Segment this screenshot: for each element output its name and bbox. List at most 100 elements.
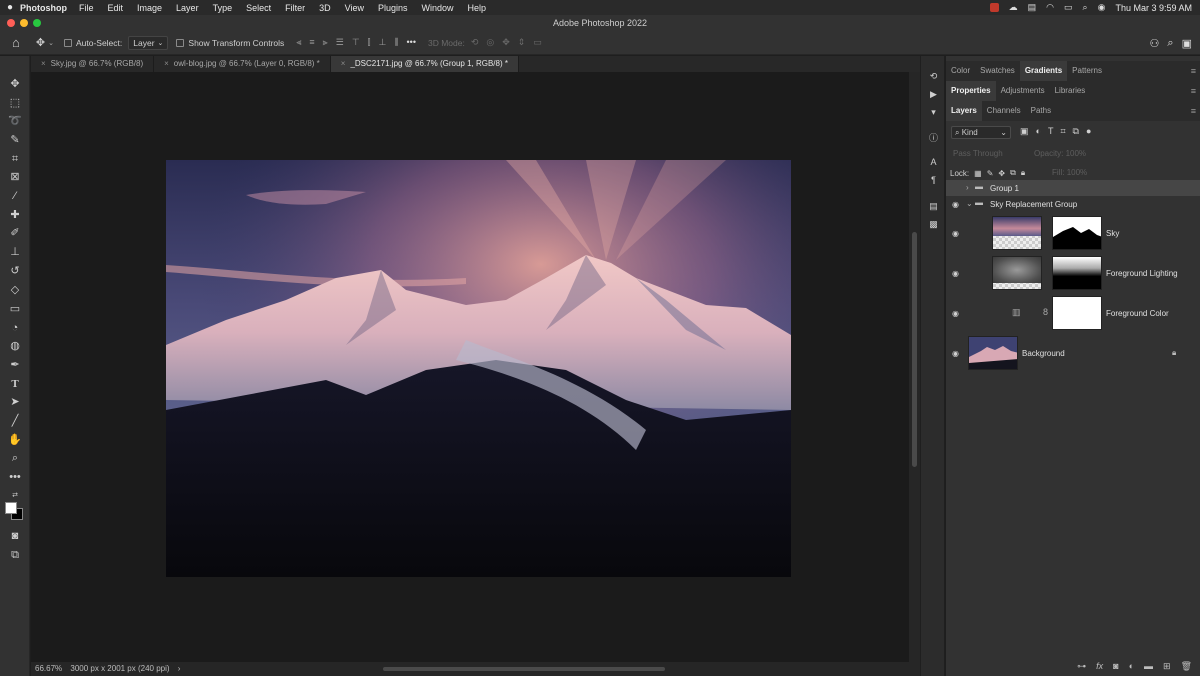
lock-artboard-icon[interactable]: ⧉ (1010, 168, 1016, 178)
apple-icon[interactable]: ● (0, 2, 20, 13)
menu-3d[interactable]: 3D (319, 3, 331, 13)
panel-menu-icon[interactable]: ≡ (1191, 101, 1196, 121)
search-menubar-icon[interactable]: ⌕ (1083, 2, 1088, 13)
lock-position-icon[interactable]: ✥ (998, 169, 1005, 178)
blur-tool-icon[interactable]: ◔ (7, 320, 23, 336)
menu-window[interactable]: Window (422, 3, 454, 13)
tab-gradients[interactable]: Gradients (1019, 61, 1068, 81)
document-info[interactable]: 3000 px x 2001 px (240 ppi) (70, 664, 169, 673)
navigator-icon[interactable]: ▤ (928, 201, 939, 212)
drag-3d-icon[interactable]: ✥ (502, 37, 510, 48)
info-icon[interactable]: ⓘ (928, 133, 939, 144)
tab-libraries[interactable]: Libraries (1050, 81, 1091, 101)
align-right-icon[interactable]: ⫸ (323, 37, 328, 48)
slide-3d-icon[interactable]: ⇕ (518, 37, 526, 48)
scale-3d-icon[interactable]: ▭ (533, 37, 542, 48)
panel-menu-icon[interactable]: ≡ (1191, 81, 1196, 101)
opacity-value[interactable]: 100% (1066, 149, 1086, 158)
menu-edit[interactable]: Edit (108, 3, 124, 13)
comments-icon[interactable]: ▾ (928, 107, 939, 118)
menu-help[interactable]: Help (468, 3, 487, 13)
share-icon[interactable]: ⚇ (1150, 37, 1160, 50)
link-icon[interactable]: 8 (1043, 307, 1048, 317)
styles-icon[interactable]: ▩ (928, 219, 939, 230)
adjustment-layer-icon[interactable]: ▥ (1012, 307, 1021, 318)
gradient-tool-icon[interactable]: ▭ (7, 301, 23, 317)
layer-name[interactable]: Foreground Lighting (1106, 269, 1178, 278)
close-window-button[interactable] (7, 19, 15, 27)
app-menu[interactable]: Photoshop (20, 3, 67, 13)
menu-file[interactable]: File (79, 3, 94, 13)
home-icon[interactable]: ⌂ (12, 35, 20, 50)
menu-select[interactable]: Select (246, 3, 271, 13)
brush-tool-icon[interactable]: ✐ (7, 225, 23, 241)
chevron-right-icon[interactable]: › (178, 664, 181, 673)
menu-image[interactable]: Image (137, 3, 162, 13)
zoom-window-button[interactable] (33, 19, 41, 27)
tab-dsc2171[interactable]: × _DSC2171.jpg @ 66.7% (Group 1, RGB/8) * (330, 56, 519, 72)
dodge-tool-icon[interactable]: ◍ (7, 338, 23, 354)
eye-icon[interactable]: ◉ (951, 229, 960, 238)
align-middle-icon[interactable]: ☰ (336, 37, 344, 48)
tab-sky[interactable]: × Sky.jpg @ 66.7% (RGB/8) (31, 56, 155, 72)
zoom-tool-icon[interactable]: ⌕ (7, 450, 23, 466)
battery-icon[interactable]: ▭ (1064, 2, 1073, 13)
roll-3d-icon[interactable]: ◎ (486, 37, 494, 48)
layer-row-sky-replacement-group[interactable]: ◉ ⌄ ▬ Sky Replacement Group (946, 196, 1200, 212)
close-tab-icon[interactable]: × (164, 59, 169, 68)
layer-name[interactable]: Group 1 (990, 184, 1019, 193)
hand-tool-icon[interactable]: ✋ (7, 432, 23, 448)
link-layers-icon[interactable]: ⊶ (1077, 661, 1086, 672)
crop-tool-icon[interactable]: ⌗ (7, 151, 23, 167)
wifi-icon[interactable]: ◠ (1046, 2, 1054, 13)
line-tool-icon[interactable]: ╱ (7, 413, 23, 429)
tab-swatches[interactable]: Swatches (975, 61, 1020, 81)
tab-layers[interactable]: Layers (946, 101, 982, 121)
eye-icon[interactable]: ◉ (951, 309, 960, 318)
layer-mask-thumbnail[interactable] (1052, 216, 1102, 250)
lock-all-icon[interactable]: 🔒︎ (1021, 168, 1025, 178)
fill-control[interactable]: Fill: 100% (1052, 168, 1087, 177)
minimize-window-button[interactable] (20, 19, 28, 27)
close-tab-icon[interactable]: × (41, 59, 46, 68)
new-layer-icon[interactable]: ⊞ (1163, 661, 1171, 672)
align-center-icon[interactable]: ≡ (309, 37, 314, 48)
record-icon[interactable] (989, 3, 999, 12)
orbit-3d-icon[interactable]: ⟲ (471, 37, 479, 48)
lock-icon[interactable]: 🔒︎ (1172, 348, 1176, 358)
foreground-color-swatch[interactable] (5, 502, 17, 514)
layer-name[interactable]: Sky Replacement Group (990, 200, 1077, 209)
control-center-icon[interactable]: ◉ (1098, 2, 1106, 13)
edit-toolbar-icon[interactable]: ••• (7, 469, 23, 485)
frame-tool-icon[interactable]: ⊠ (7, 169, 23, 185)
auto-select-checkbox[interactable] (63, 38, 72, 47)
quick-mask-icon[interactable]: ◙ (7, 528, 23, 544)
healing-tool-icon[interactable]: ✚ (7, 207, 23, 223)
pen-tool-icon[interactable]: ✒ (7, 357, 23, 373)
document-canvas[interactable] (166, 160, 791, 577)
eyedropper-tool-icon[interactable]: ⁄ (7, 188, 23, 204)
more-options-icon[interactable]: ••• (407, 37, 416, 48)
add-mask-icon[interactable]: ◙ (1113, 661, 1118, 671)
new-adjustment-icon[interactable]: ◐ (1129, 661, 1134, 671)
lock-image-icon[interactable]: ✎ (987, 169, 994, 178)
paragraph-icon[interactable]: ¶ (928, 175, 939, 186)
chevron-down-icon[interactable]: ⌄ (966, 199, 973, 208)
shape-filter-icon[interactable]: ⌗ (1060, 126, 1065, 137)
vertical-scrollbar[interactable] (909, 72, 920, 662)
screen-mode-icon[interactable]: ⧉ (7, 547, 23, 563)
layer-mask-thumbnail[interactable] (1052, 256, 1102, 290)
zoom-level[interactable]: 66.67% (35, 664, 62, 673)
quick-select-tool-icon[interactable]: ✎ (7, 132, 23, 148)
layer-row-foreground-color[interactable]: ◉ ▥ 8 Foreground Color (946, 293, 1200, 333)
type-filter-icon[interactable]: T (1048, 126, 1054, 137)
menu-filter[interactable]: Filter (285, 3, 305, 13)
align-vcenter-icon[interactable]: ⫿ (368, 37, 371, 48)
keyboard-icon[interactable]: ▤ (1028, 2, 1037, 13)
align-left-icon[interactable]: ⫷ (296, 37, 301, 48)
chevron-right-icon[interactable]: › (966, 183, 969, 192)
smart-object-filter-icon[interactable]: ⧉ (1073, 126, 1079, 137)
adjustment-filter-icon[interactable]: ◐ (1036, 126, 1041, 137)
tab-properties[interactable]: Properties (946, 81, 996, 101)
path-select-tool-icon[interactable]: ➤ (7, 394, 23, 410)
